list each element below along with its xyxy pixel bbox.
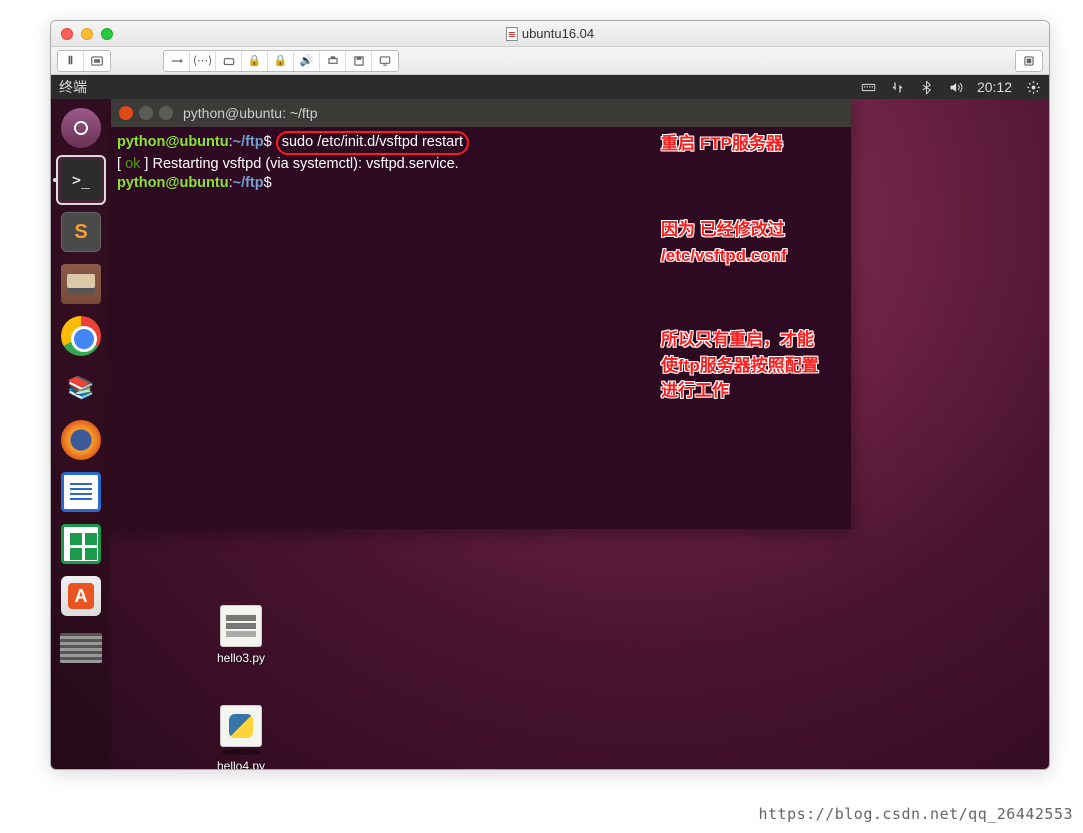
window-title-text: ubuntu16.04 <box>522 26 594 41</box>
terminal-line: [ ok ] Restarting vsftpd (via systemctl)… <box>117 155 845 175</box>
file-name: hello4.py <box>217 759 265 769</box>
terminal-body[interactable]: python@ubuntu:~/ftp$ sudo /etc/init.d/vs… <box>111 127 851 198</box>
sound-button[interactable]: 🔊 <box>294 51 320 71</box>
system-menu-icon[interactable] <box>1026 80 1041 95</box>
minimize-button[interactable] <box>81 28 93 40</box>
file-name: hello3.py <box>217 651 265 665</box>
lock2-button[interactable]: 🔒 <box>268 51 294 71</box>
traffic-lights <box>61 28 113 40</box>
file-icon <box>220 605 262 647</box>
network-button[interactable]: ⟨⋯⟩ <box>190 51 216 71</box>
terminal-title-text: python@ubuntu: ~/ftp <box>183 105 317 121</box>
launcher-writer[interactable] <box>56 467 106 517</box>
annotation: 重启 FTP服务器 <box>661 131 801 157</box>
network-indicator[interactable] <box>890 80 905 95</box>
display-button[interactable] <box>372 51 398 71</box>
terminal-line: python@ubuntu:~/ftp$ <box>117 174 845 194</box>
terminal-window[interactable]: python@ubuntu: ~/ftp python@ubuntu:~/ftp… <box>111 99 851 529</box>
icon-shadow <box>221 749 261 755</box>
desktop-files: hello3.py hello4.py <box>201 605 281 769</box>
document-icon <box>506 27 518 41</box>
window-title: ubuntu16.04 <box>506 26 594 41</box>
desktop-file[interactable]: hello3.py <box>201 605 281 665</box>
keyboard-indicator[interactable] <box>861 80 876 95</box>
desktop-file[interactable]: hello4.py <box>201 705 281 769</box>
python-file-icon <box>220 705 262 747</box>
zoom-button[interactable] <box>101 28 113 40</box>
snapshot-button[interactable] <box>84 51 110 71</box>
terminal-close-button[interactable] <box>119 106 133 120</box>
vm-screen: 终端 20:12 >_ S 📚 <box>51 75 1049 769</box>
pause-button[interactable]: Ⅱ <box>58 51 84 71</box>
unity-launcher: >_ S 📚 <box>51 99 111 769</box>
launcher-sublime[interactable]: S <box>56 207 106 257</box>
close-button[interactable] <box>61 28 73 40</box>
highlighted-command: sudo /etc/init.d/vsftpd restart <box>276 131 469 155</box>
vm-toolbar: Ⅱ ⟨⋯⟩ 🔒 🔒 🔊 <box>51 47 1049 75</box>
fullscreen-button[interactable] <box>1016 51 1042 71</box>
settings-button[interactable] <box>164 51 190 71</box>
annotation: 所以只有重启，才能使ftp服务器按照配置进行工作 <box>661 327 821 404</box>
annotation: 因为 已经修改过 /etc/vsftpd.conf <box>661 217 811 268</box>
launcher-files[interactable] <box>56 259 106 309</box>
terminal-titlebar[interactable]: python@ubuntu: ~/ftp <box>111 99 851 127</box>
gnome-top-panel: 终端 20:12 <box>51 75 1049 99</box>
active-app-menu[interactable]: 终端 <box>59 77 87 97</box>
launcher-firefox[interactable] <box>56 415 106 465</box>
clock[interactable]: 20:12 <box>977 79 1012 95</box>
watermark: https://blog.csdn.net/qq_26442553 <box>758 805 1073 823</box>
mac-titlebar[interactable]: ubuntu16.04 <box>51 21 1049 47</box>
disk-button[interactable] <box>216 51 242 71</box>
launcher-book[interactable]: 📚 <box>56 363 106 413</box>
bluetooth-indicator[interactable] <box>919 80 934 95</box>
launcher-terminal[interactable]: >_ <box>56 155 106 205</box>
launcher-calc[interactable] <box>56 519 106 569</box>
sound-indicator[interactable] <box>948 80 963 95</box>
terminal-maximize-button[interactable] <box>159 106 173 120</box>
mac-window: ubuntu16.04 Ⅱ ⟨⋯⟩ 🔒 🔒 🔊 终端 <box>50 20 1050 770</box>
lock1-button[interactable]: 🔒 <box>242 51 268 71</box>
terminal-window-controls <box>119 106 173 120</box>
terminal-minimize-button[interactable] <box>139 106 153 120</box>
floppy-button[interactable] <box>346 51 372 71</box>
launcher-stack[interactable] <box>56 623 106 673</box>
launcher-dash[interactable] <box>56 103 106 153</box>
printer-button[interactable] <box>320 51 346 71</box>
launcher-software[interactable] <box>56 571 106 621</box>
launcher-chrome[interactable] <box>56 311 106 361</box>
